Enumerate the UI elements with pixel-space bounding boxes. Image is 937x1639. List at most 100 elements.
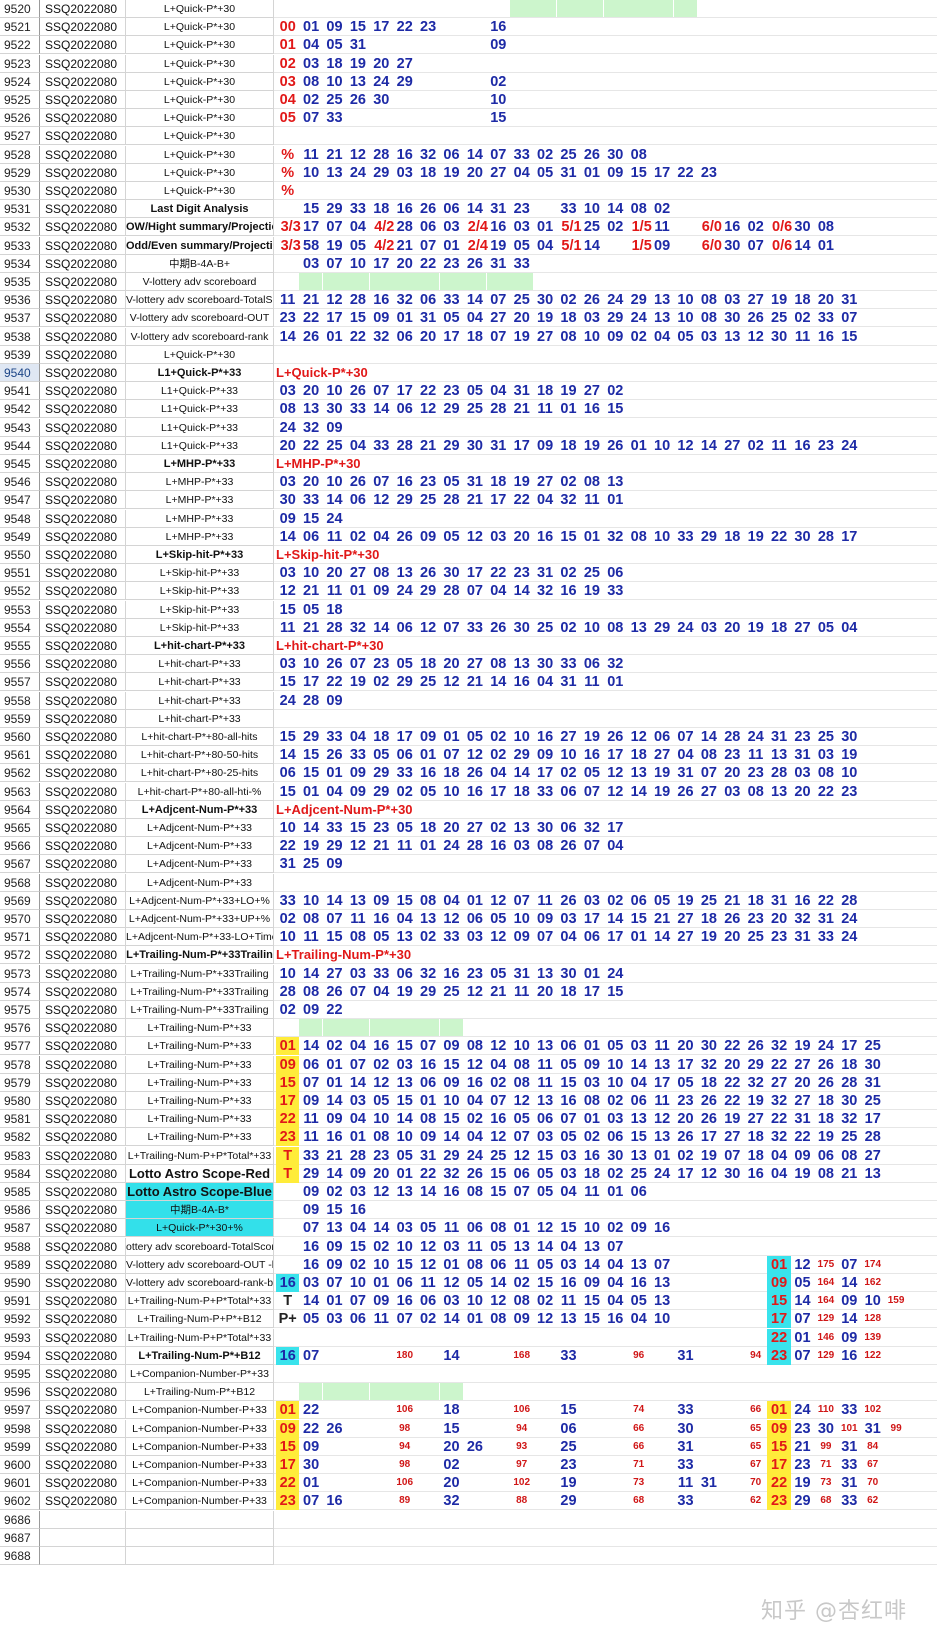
number-cell[interactable]: 168 bbox=[510, 1347, 533, 1365]
number-cell[interactable]: 03 bbox=[323, 1310, 346, 1328]
number-cell[interactable]: 13 bbox=[604, 473, 627, 491]
number-cell[interactable]: 94 bbox=[744, 1347, 767, 1365]
number-cell[interactable]: 29 bbox=[299, 728, 322, 746]
number-cell[interactable]: 14 bbox=[510, 764, 533, 782]
issue-cell[interactable]: SSQ2022080 bbox=[40, 1201, 126, 1220]
method-cell[interactable]: L+hit-chart-P*+33 bbox=[126, 637, 274, 655]
row-number[interactable]: 9542 bbox=[0, 400, 40, 419]
number-cell[interactable]: 11 bbox=[416, 1274, 439, 1292]
number-cell[interactable]: 18 bbox=[487, 473, 510, 491]
number-cell[interactable]: 25 bbox=[861, 1092, 884, 1110]
number-cell[interactable]: 97 bbox=[510, 1456, 533, 1474]
number-cell[interactable]: 33 bbox=[299, 1147, 322, 1165]
number-cell[interactable]: 12 bbox=[323, 291, 346, 309]
number-cell[interactable]: 04 bbox=[440, 892, 463, 910]
number-cell[interactable]: 06 bbox=[463, 1219, 486, 1237]
issue-cell[interactable]: SSQ2022080 bbox=[40, 400, 126, 419]
number-cell[interactable]: 07 bbox=[299, 1219, 322, 1237]
number-cell[interactable]: 10 bbox=[276, 928, 299, 946]
row-number[interactable]: 9598 bbox=[0, 1419, 40, 1438]
issue-cell[interactable]: SSQ2022080 bbox=[40, 1401, 126, 1420]
number-cell[interactable]: 11 bbox=[299, 928, 322, 946]
number-cell[interactable]: 10 bbox=[580, 619, 603, 637]
method-cell[interactable] bbox=[126, 1528, 274, 1547]
issue-cell[interactable]: SSQ2022080 bbox=[40, 273, 126, 291]
issue-cell[interactable]: SSQ2022080 bbox=[40, 1037, 126, 1056]
number-cell[interactable]: 05 bbox=[533, 1183, 556, 1201]
number-cell[interactable]: 06 bbox=[346, 491, 369, 509]
number-cell[interactable]: 03 bbox=[276, 473, 299, 491]
number-cell[interactable]: 02 bbox=[487, 819, 510, 837]
number-cell[interactable]: 09 bbox=[416, 728, 439, 746]
number-cell[interactable]: 04 bbox=[557, 1183, 580, 1201]
number-cell[interactable]: 12 bbox=[440, 910, 463, 928]
number-cell[interactable]: 14 bbox=[838, 1310, 861, 1328]
number-cell[interactable]: 03 bbox=[346, 1092, 369, 1110]
number-cell[interactable]: 28 bbox=[299, 692, 322, 710]
number-cell[interactable]: 24 bbox=[838, 437, 861, 455]
issue-cell[interactable]: SSQ2022080 bbox=[40, 327, 126, 346]
row-number[interactable]: 9573 bbox=[0, 964, 40, 983]
method-cell[interactable]: L+hit-chart-P*+33 bbox=[126, 709, 274, 728]
number-cell[interactable]: 01 bbox=[440, 237, 463, 255]
number-cell[interactable]: 09 bbox=[838, 1329, 861, 1347]
number-cell[interactable]: 07 bbox=[440, 746, 463, 764]
number-cell[interactable]: 29 bbox=[393, 73, 416, 91]
number-cell[interactable]: 20 bbox=[416, 328, 439, 346]
number-cell[interactable]: 06 bbox=[416, 291, 439, 309]
number-cell[interactable]: 01 bbox=[604, 673, 627, 691]
number-cell[interactable]: 32 bbox=[604, 528, 627, 546]
number-cell[interactable]: 02 bbox=[416, 928, 439, 946]
number-cell[interactable]: 06 bbox=[393, 1274, 416, 1292]
number-cell[interactable]: 33 bbox=[299, 491, 322, 509]
number-cell[interactable]: 02 bbox=[650, 200, 673, 218]
number-cell[interactable]: 06 bbox=[627, 1092, 650, 1110]
number-cell[interactable]: 09 bbox=[580, 1274, 603, 1292]
number-cell[interactable]: 17 bbox=[487, 491, 510, 509]
number-cell[interactable]: 30 bbox=[604, 1147, 627, 1165]
number-cell[interactable]: 05 bbox=[814, 619, 837, 637]
number-cell[interactable]: 23 bbox=[721, 746, 744, 764]
number-cell[interactable]: 13 bbox=[346, 73, 369, 91]
number-cell[interactable]: 07 bbox=[440, 619, 463, 637]
number-cell[interactable]: 16 bbox=[323, 1128, 346, 1146]
number-cell[interactable]: 32 bbox=[533, 582, 556, 600]
number-cell[interactable]: 27 bbox=[393, 55, 416, 73]
number-cell[interactable]: 31 bbox=[697, 1474, 720, 1492]
issue-cell[interactable]: SSQ2022080 bbox=[40, 600, 126, 619]
number-cell[interactable]: 08 bbox=[487, 1310, 510, 1328]
number-cell[interactable]: 28 bbox=[838, 1074, 861, 1092]
number-cell[interactable]: 32 bbox=[580, 819, 603, 837]
number-cell[interactable]: 22 bbox=[276, 1110, 300, 1129]
method-cell[interactable]: L+Quick-P*+30 bbox=[126, 145, 274, 164]
number-cell[interactable]: 09 bbox=[323, 692, 346, 710]
number-cell[interactable]: 23 bbox=[767, 1346, 791, 1365]
number-cell[interactable]: 22 bbox=[323, 1001, 346, 1019]
number-cell[interactable]: 03 bbox=[393, 1056, 416, 1074]
number-cell[interactable]: 08 bbox=[276, 400, 299, 418]
number-cell[interactable]: 07 bbox=[604, 1238, 627, 1256]
number-cell[interactable]: 03 bbox=[393, 164, 416, 182]
number-cell[interactable]: 20 bbox=[440, 1474, 463, 1492]
number-cell[interactable]: 10 bbox=[370, 1110, 393, 1128]
number-cell[interactable]: 22 bbox=[767, 1474, 791, 1493]
number-cell[interactable]: 18 bbox=[416, 164, 439, 182]
number-cell[interactable]: 14 bbox=[580, 237, 603, 255]
number-cell[interactable]: 27 bbox=[557, 728, 580, 746]
method-cell[interactable]: L+Quick-P*+30 bbox=[126, 18, 274, 37]
number-cell[interactable]: 06 bbox=[416, 218, 439, 236]
number-cell[interactable]: 31 bbox=[487, 255, 510, 273]
issue-cell[interactable]: SSQ2022080 bbox=[40, 728, 126, 746]
row-number[interactable]: 9539 bbox=[0, 345, 40, 364]
number-cell[interactable]: 05 bbox=[463, 728, 486, 746]
number-cell[interactable]: 08 bbox=[416, 892, 439, 910]
number-cell[interactable]: 09 bbox=[323, 855, 346, 873]
number-cell[interactable]: 17 bbox=[838, 528, 861, 546]
number-cell[interactable]: 20 bbox=[674, 1037, 697, 1055]
number-cell[interactable]: 12 bbox=[370, 1074, 393, 1092]
number-cell[interactable]: 33 bbox=[346, 400, 369, 418]
number-cell[interactable]: 26 bbox=[580, 146, 603, 164]
number-cell[interactable]: 01 bbox=[604, 1183, 627, 1201]
number-cell[interactable]: 164 bbox=[814, 1274, 837, 1292]
number-cell[interactable]: 26 bbox=[697, 1110, 720, 1128]
